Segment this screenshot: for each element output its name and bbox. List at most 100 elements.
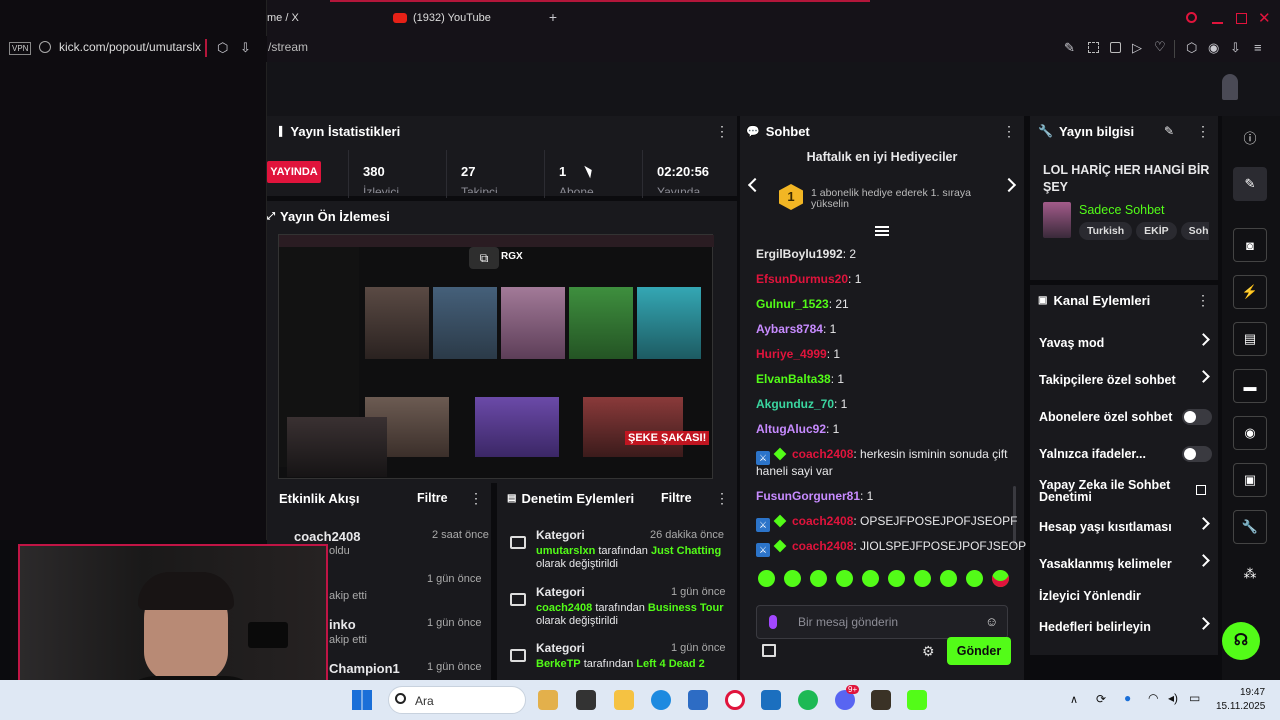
stream-preview-video[interactable]: ŞEKE ŞAKASI! ⧉ RGX xyxy=(278,234,714,479)
filter-button[interactable]: Filtre xyxy=(417,491,448,505)
edge-icon[interactable] xyxy=(651,690,671,710)
kebab-icon[interactable]: ⋮ xyxy=(715,124,729,138)
emote-icon[interactable] xyxy=(862,570,879,587)
close-main-icon[interactable]: ✕ xyxy=(1258,9,1271,27)
profile-icon[interactable]: ◉ xyxy=(1208,40,1219,56)
clock-date[interactable]: 15.11.2025 xyxy=(1216,701,1265,712)
action-goals[interactable]: Hedefleri belirleyin xyxy=(1030,609,1218,645)
chat-username[interactable]: coach2408 xyxy=(792,514,853,528)
scroll-to-bottom-icon[interactable] xyxy=(875,226,889,228)
popout-icon[interactable]: ⧉ xyxy=(469,247,499,269)
clock-time[interactable]: 19:47 xyxy=(1240,687,1265,698)
action-account-age[interactable]: Hesap yaşı kısıtlaması xyxy=(1030,509,1218,545)
extension-icon[interactable]: ⬡ xyxy=(1186,40,1197,56)
chat-username[interactable]: Gulnur_1523 xyxy=(756,297,829,311)
edit-icon[interactable]: ✎ xyxy=(1233,167,1267,201)
microphone-icon[interactable] xyxy=(769,615,777,629)
emote-icon[interactable] xyxy=(836,570,853,587)
chevron-left-icon[interactable] xyxy=(747,177,763,193)
avatar[interactable] xyxy=(1222,74,1238,100)
action-slow-mode[interactable]: Yavaş mod xyxy=(1030,325,1218,361)
main-url[interactable]: /stream xyxy=(268,40,308,54)
chevron-up-icon[interactable]: ∧ xyxy=(1070,693,1078,706)
spotify-icon[interactable] xyxy=(798,690,818,710)
toggle-switch[interactable] xyxy=(1182,446,1212,462)
kebab-icon[interactable]: ⋮ xyxy=(1196,293,1210,307)
block-icon[interactable] xyxy=(1110,42,1121,53)
emote-icon[interactable] xyxy=(966,570,983,587)
activity-user[interactable]: Champion1 xyxy=(329,661,400,676)
emote-icon[interactable] xyxy=(888,570,905,587)
emote-icon[interactable] xyxy=(758,570,775,587)
chat-username[interactable]: Aybars8784 xyxy=(756,322,823,336)
activity-user[interactable]: inko xyxy=(329,617,356,632)
action-ai-moderation[interactable]: Yapay Zeka ile Sohbet Denetimi xyxy=(1030,473,1218,509)
maximize-main-icon[interactable] xyxy=(1236,13,1247,24)
toggle-switch[interactable] xyxy=(1182,409,1212,425)
task-view-icon[interactable] xyxy=(576,690,596,710)
tag[interactable]: Turkish xyxy=(1079,222,1133,240)
tag[interactable]: Sohb xyxy=(1180,222,1209,240)
chat-username[interactable]: coach2408 xyxy=(792,539,853,553)
menu-icon[interactable]: ≡ xyxy=(1254,40,1262,55)
tab-youtube[interactable]: (1932) YouTube xyxy=(413,12,491,24)
settings-gear-icon[interactable]: ⚙ xyxy=(922,643,935,660)
tools-icon[interactable]: 🔧 xyxy=(1233,510,1267,544)
chat-input[interactable]: Bir mesaj gönderin ☺ xyxy=(756,605,1008,639)
action-followers-only[interactable]: Takipçilere özel sohbet xyxy=(1030,362,1218,398)
battery-icon[interactable]: ▭ xyxy=(1189,691,1200,705)
emote-icon[interactable] xyxy=(940,570,957,587)
chat-username[interactable]: coach2408 xyxy=(792,447,853,461)
chat-icon[interactable]: ▬ xyxy=(1233,369,1267,403)
widgets-icon[interactable] xyxy=(538,690,558,710)
store-icon[interactable] xyxy=(688,690,708,710)
mod-item-target[interactable]: Left 4 Dead 2 xyxy=(636,658,704,670)
download-icon[interactable]: ⇩ xyxy=(240,40,251,56)
broadcast-icon[interactable]: ◉ xyxy=(1233,416,1267,450)
category-link[interactable]: Sadece Sohbet xyxy=(1079,203,1165,217)
emote-icon[interactable] xyxy=(914,570,931,587)
action-emotes-only[interactable]: Yalnızca ifadeler... xyxy=(1030,436,1218,472)
chat-username[interactable]: ErgilBoylu1992 xyxy=(756,247,843,261)
action-banned-words[interactable]: Yasaklanmış kelimeler xyxy=(1030,546,1218,582)
kebab-icon[interactable]: ⋮ xyxy=(469,491,483,505)
camera-icon[interactable]: ◙ xyxy=(1233,228,1267,262)
action-subscribers-only[interactable]: Abonelere özel sohbet xyxy=(1030,399,1218,435)
mod-item-user[interactable]: coach2408 xyxy=(536,602,592,614)
tab-x[interactable]: me / X xyxy=(267,12,299,24)
kick-icon[interactable] xyxy=(907,690,927,710)
taskbar-search[interactable]: Ara xyxy=(388,686,526,714)
filter-button[interactable]: Filtre xyxy=(661,491,692,505)
vpn-badge[interactable]: VPN xyxy=(9,42,32,55)
multistream-icon[interactable]: ▣ xyxy=(1233,463,1267,497)
mod-item-user[interactable]: BerkeTP xyxy=(536,658,581,670)
chat-username[interactable]: ElvanBalta38 xyxy=(756,372,831,386)
mod-item-target[interactable]: Just Chatting xyxy=(651,545,721,557)
volume-icon[interactable]: ◂) xyxy=(1168,691,1178,705)
emote-icon[interactable] xyxy=(992,570,1009,587)
send-button[interactable]: Gönder xyxy=(947,637,1011,665)
tag[interactable]: EKİP xyxy=(1136,222,1177,240)
emote-icon[interactable] xyxy=(784,570,801,587)
chat-username[interactable]: EfsunDurmus20 xyxy=(756,272,848,286)
kebab-icon[interactable]: ⋮ xyxy=(1002,124,1016,138)
kebab-icon[interactable]: ⋮ xyxy=(715,491,729,505)
play-icon[interactable]: ▷ xyxy=(1132,40,1142,56)
apps-icon[interactable]: ⁂ xyxy=(1233,557,1267,591)
windows-start-icon[interactable] xyxy=(352,690,372,710)
edit-pencil-icon[interactable]: ✎ xyxy=(1164,124,1174,138)
chat-username[interactable]: Akgunduz_70 xyxy=(756,397,834,411)
popup-url[interactable]: kick.com/popout/umutarslx xyxy=(59,40,201,54)
emoji-icon[interactable]: ☺ xyxy=(985,614,998,629)
screenshot-icon[interactable] xyxy=(1088,42,1099,53)
new-tab-icon[interactable]: + xyxy=(546,9,560,25)
chevron-right-icon[interactable] xyxy=(1001,177,1017,193)
game-icon[interactable] xyxy=(871,690,891,710)
outlook-icon[interactable] xyxy=(761,690,781,710)
mod-item-target[interactable]: Business Tour xyxy=(648,602,724,614)
microphone-icon[interactable]: ● xyxy=(1124,691,1131,705)
heart-icon[interactable]: ♡ xyxy=(1154,39,1166,55)
chat-username[interactable]: Huriye_4999 xyxy=(756,347,827,361)
download-icon[interactable]: ⇩ xyxy=(1230,40,1241,56)
support-headset-icon[interactable]: ☊ xyxy=(1222,622,1260,660)
